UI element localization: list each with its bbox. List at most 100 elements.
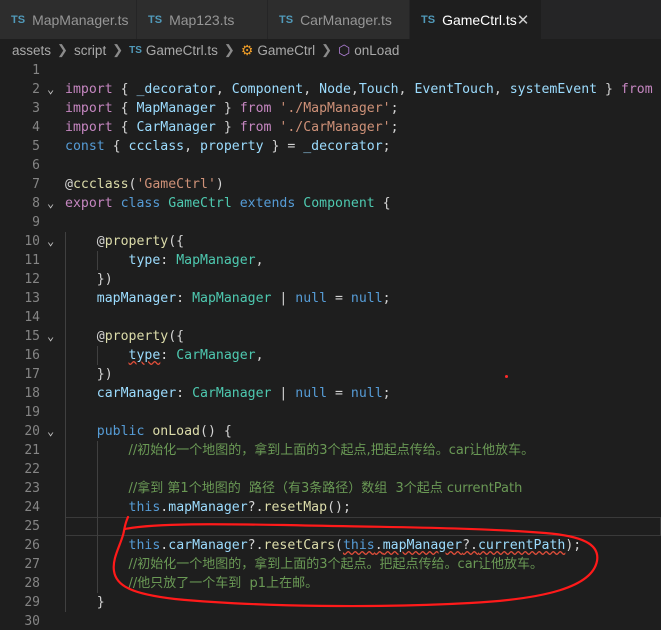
code-token: null [350, 386, 383, 401]
breadcrumb-class[interactable]: GameCtrl [257, 43, 315, 58]
tab-carmanager[interactable]: TS CarManager.ts [268, 0, 410, 39]
code-line[interactable]: 3 import { MapManager } from './MapManage… [0, 99, 661, 118]
code-text: } [65, 593, 105, 612]
code-token: mapManager [168, 500, 248, 515]
fold-chevron-icon[interactable]: ⌄ [47, 232, 54, 251]
code-line[interactable]: 26 this.carManager?.resetCars(this.mapMa… [0, 536, 661, 555]
typescript-file-icon: TS [129, 44, 142, 56]
breadcrumb-folder-assets[interactable]: assets [12, 43, 51, 58]
code-text: public onLoad() { [65, 422, 232, 441]
code-line[interactable]: 17 }) [0, 365, 661, 384]
code-token: type [128, 348, 161, 363]
code-token: ?. [247, 500, 264, 515]
close-icon[interactable]: ✕ [517, 11, 530, 29]
tab-map123[interactable]: TS Map123.ts [137, 0, 268, 39]
code-token: Component [303, 196, 375, 211]
code-line[interactable]: 22 [0, 460, 661, 479]
code-line[interactable]: 1 [0, 61, 661, 80]
code-line[interactable]: 18 carManager: CarManager | null = null; [0, 384, 661, 403]
code-token: this [128, 500, 161, 515]
code-line[interactable]: 23 //拿到 第1个地图的 路径（有3条路径）数组 3个起点 currentP… [0, 479, 661, 498]
code-line[interactable]: 11 type: MapManager, [0, 251, 661, 270]
code-token: GameCtrl [168, 196, 232, 211]
code-line[interactable]: 5 const { ccclass, property } = _decorato… [0, 137, 661, 156]
code-text: //初始化一个地图的，拿到上面的3个起点,把起点传给。car让他放车。 [65, 441, 535, 460]
typescript-file-icon: TS [11, 13, 26, 26]
code-token: , [303, 82, 320, 97]
code-line[interactable]: 13 mapManager: MapManager | null = null; [0, 289, 661, 308]
code-token: }) [65, 367, 113, 382]
fold-chevron-icon[interactable]: ⌄ [47, 422, 54, 441]
code-line[interactable]: 25 [0, 517, 661, 536]
code-token: { [112, 101, 137, 116]
code-token: @ [65, 234, 105, 249]
code-line[interactable]: 8 ⌄ export class GameCtrl extends Componen… [0, 194, 661, 213]
code-token: ); [565, 538, 582, 553]
code-line[interactable]: 27 //初始化一个地图的，拿到上面的3个起点。把起点传给。car让他放车。 [0, 555, 661, 574]
code-line[interactable]: 15 ⌄ @property({ [0, 327, 661, 346]
code-line[interactable]: 21 //初始化一个地图的，拿到上面的3个起点,把起点传给。car让他放车。 [0, 441, 661, 460]
code-line[interactable]: 9 [0, 213, 661, 232]
code-token: : [160, 348, 177, 363]
code-editor[interactable]: 1 2 ⌄ import { _decorator, Component, Node,… [0, 61, 661, 630]
code-line[interactable]: 28 //他只放了一个车到 p1上在邮。 [0, 574, 661, 593]
code-line[interactable]: 19 [0, 403, 661, 422]
line-number: 28 [24, 576, 40, 591]
breadcrumb-method[interactable]: onLoad [354, 43, 399, 58]
code-text: this.mapManager?.resetMap(); [65, 498, 351, 517]
code-line[interactable]: 30 [0, 612, 661, 630]
code-line[interactable]: 29 } [0, 593, 661, 612]
code-line[interactable]: 6 [0, 156, 661, 175]
code-line[interactable]: 14 [0, 308, 661, 327]
fold-chevron-icon[interactable]: ⌄ [47, 194, 54, 213]
code-token: resetMap [263, 500, 328, 515]
line-number: 23 [24, 481, 40, 496]
breadcrumb-file[interactable]: GameCtrl.ts [146, 43, 218, 58]
code-comment: //初始化一个地图的，拿到上面的3个起点。把起点传给。car让他放车。 [128, 557, 544, 572]
tab-mapmanager[interactable]: TS MapManager.ts [0, 0, 137, 39]
code-text: const { ccclass, property } = _decorator… [65, 137, 391, 156]
code-token: } [215, 120, 240, 135]
code-token: _decorator [136, 82, 216, 97]
fold-chevron-icon[interactable]: ⌄ [47, 327, 54, 346]
code-token: , [350, 82, 359, 97]
tab-label: MapManager.ts [32, 11, 129, 28]
line-number: 2 [32, 82, 40, 97]
code-line[interactable]: 2 ⌄ import { _decorator, Component, Node,T… [0, 80, 661, 99]
line-number: 13 [24, 291, 40, 306]
line-number: 12 [24, 272, 40, 287]
code-line[interactable]: 16 type: CarManager, [0, 346, 661, 365]
code-line[interactable]: 7 @ccclass('GameCtrl') [0, 175, 661, 194]
code-line[interactable]: 4 import { CarManager } from './CarManage… [0, 118, 661, 137]
code-text: @property({ [65, 232, 184, 251]
code-line[interactable]: 12 }) [0, 270, 661, 289]
code-text: //他只放了一个车到 p1上在邮。 [65, 574, 319, 593]
code-token: extends [239, 196, 296, 211]
breadcrumb-folder-script[interactable]: script [74, 43, 106, 58]
code-token: = [327, 386, 351, 401]
fold-chevron-icon[interactable]: ⌄ [47, 80, 54, 99]
code-line[interactable]: 10 ⌄ @property({ [0, 232, 661, 251]
code-token: carManager [168, 538, 248, 553]
code-token: ?. [462, 538, 478, 553]
line-number: 19 [24, 405, 40, 420]
code-text: //拿到 第1个地图的 路径（有3条路径）数组 3个起点 currentPath [65, 479, 523, 498]
code-token: , [493, 82, 510, 97]
code-line[interactable]: 24 this.mapManager?.resetMap(); [0, 498, 661, 517]
code-token: property [200, 139, 264, 154]
tab-gamectrl[interactable]: TS GameCtrl.ts ✕ [410, 0, 542, 39]
code-line[interactable]: 20 ⌄ public onLoad() { [0, 422, 661, 441]
code-token: null [350, 291, 383, 306]
code-token: }) [65, 272, 113, 287]
line-number: 11 [24, 253, 40, 268]
code-token: { [374, 196, 391, 211]
code-comment: //初始化一个地图的，拿到上面的3个起点,把起点传给。car让他放车。 [128, 443, 535, 458]
line-number: 17 [24, 367, 40, 382]
code-token: , [255, 348, 264, 363]
code-token: ; [390, 101, 399, 116]
